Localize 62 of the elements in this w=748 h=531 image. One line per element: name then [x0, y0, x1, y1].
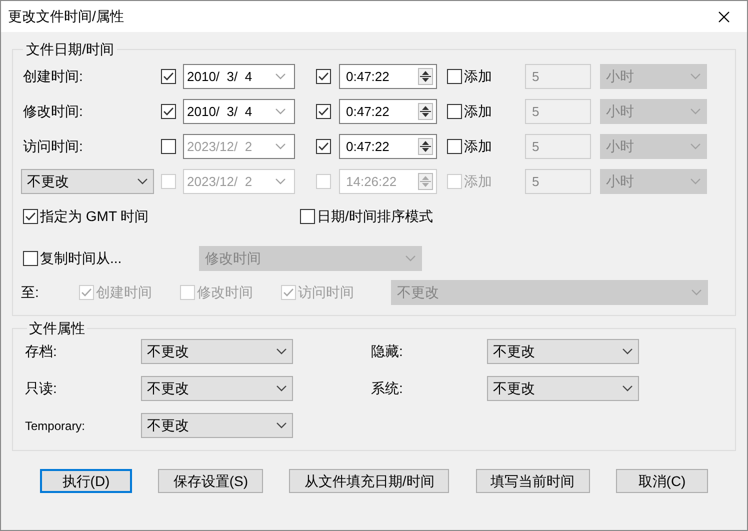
- chevron-down-icon: [690, 143, 701, 150]
- time-checkbox[interactable]: [316, 139, 331, 154]
- time-checkbox[interactable]: [316, 69, 331, 84]
- spinner-icon[interactable]: [418, 138, 433, 155]
- checkmark-icon: [81, 288, 92, 297]
- chevron-down-icon: [622, 348, 633, 355]
- date-checkbox[interactable]: [161, 69, 176, 84]
- attribute-label: 隐藏:: [371, 342, 404, 361]
- spinner-icon[interactable]: [418, 68, 433, 85]
- attribute-select[interactable]: 不更改: [141, 376, 293, 401]
- group-title: 文件属性: [28, 319, 86, 338]
- date-field[interactable]: 2010/ 3/ 4: [183, 99, 295, 124]
- attribute-select[interactable]: 不更改: [141, 413, 293, 438]
- chevron-down-icon: [691, 289, 702, 296]
- attribute-select[interactable]: 不更改: [141, 339, 293, 364]
- chevron-down-icon: [690, 73, 701, 80]
- attribute-label: 系统:: [371, 379, 404, 398]
- row-label: 创建时间:: [22, 67, 83, 86]
- chevron-down-icon: [275, 108, 286, 115]
- attribute-select[interactable]: 不更改: [487, 339, 639, 364]
- add-checkbox[interactable]: 添加: [447, 101, 525, 122]
- chevron-down-icon: [405, 255, 416, 262]
- chevron-down-icon: [622, 385, 633, 392]
- time-field[interactable]: 0:47:22: [339, 99, 437, 124]
- attribute-label: 只读:: [25, 379, 58, 398]
- row-label: 访问时间:: [22, 137, 83, 156]
- chevron-down-icon: [275, 178, 286, 185]
- chevron-down-icon: [276, 385, 287, 392]
- sort-mode-checkbox[interactable]: 日期/时间排序模式: [300, 206, 433, 227]
- chevron-down-icon: [137, 178, 148, 185]
- date-checkbox[interactable]: [161, 139, 176, 154]
- chevron-down-icon: [275, 73, 286, 80]
- group-title: 文件日期/时间: [25, 40, 115, 59]
- dialog-button[interactable]: 执行(D): [40, 469, 132, 493]
- window-title: 更改文件时间/属性: [8, 7, 124, 26]
- attribute-label: Temporary:: [25, 418, 86, 434]
- checkmark-icon: [25, 212, 36, 221]
- to-label: 至:: [21, 283, 40, 302]
- attribute-label: 存档:: [25, 342, 58, 361]
- checkmark-icon: [283, 288, 294, 297]
- chevron-down-icon: [275, 143, 286, 150]
- row-label: 修改时间:: [22, 102, 83, 121]
- date-checkbox[interactable]: [161, 104, 176, 119]
- attribute-select[interactable]: 不更改: [487, 376, 639, 401]
- gmt-checkbox[interactable]: 指定为 GMT 时间: [23, 206, 300, 227]
- time-checkbox[interactable]: [316, 104, 331, 119]
- time-field[interactable]: 0:47:22: [339, 64, 437, 89]
- chevron-down-icon: [276, 422, 287, 429]
- dialog-button[interactable]: 从文件填充日期/时间: [289, 469, 450, 493]
- copy-time-checkbox[interactable]: 复制时间从...: [23, 248, 199, 269]
- add-checkbox[interactable]: 添加: [447, 66, 525, 87]
- date-field[interactable]: 2010/ 3/ 4: [183, 64, 295, 89]
- time-field[interactable]: 0:47:22: [339, 134, 437, 159]
- add-checkbox[interactable]: 添加: [447, 136, 525, 157]
- close-icon: [718, 10, 730, 22]
- chevron-down-icon: [690, 178, 701, 185]
- chevron-down-icon: [276, 348, 287, 355]
- dialog-button[interactable]: 保存设置(S): [158, 469, 264, 493]
- dialog-button[interactable]: 取消(C): [616, 469, 708, 493]
- dialog-button[interactable]: 填写当前时间: [476, 469, 590, 493]
- chevron-down-icon: [690, 108, 701, 115]
- spinner-icon[interactable]: [418, 103, 433, 120]
